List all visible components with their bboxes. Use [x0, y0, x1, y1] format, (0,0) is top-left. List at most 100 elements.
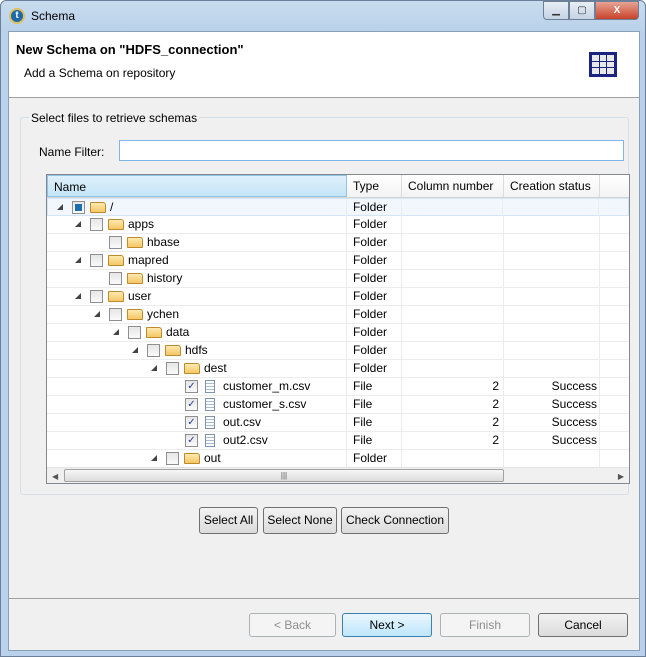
table-row[interactable]: ychen Folder [47, 306, 629, 324]
extra-cell [600, 360, 629, 377]
expand-toggle-icon[interactable] [75, 293, 81, 299]
column-header-column-number[interactable]: Column number [402, 175, 504, 197]
row-name: ychen [147, 307, 180, 321]
column-header-creation-status[interactable]: Creation status [504, 175, 600, 197]
row-checkbox[interactable] [72, 201, 85, 214]
creation-status-cell [504, 342, 600, 359]
cancel-button[interactable]: Cancel [538, 613, 628, 637]
folder-icon [146, 327, 162, 338]
folder-icon [184, 363, 200, 374]
close-button[interactable]: X [595, 1, 639, 20]
table-row[interactable]: dest Folder [47, 360, 629, 378]
file-icon [205, 380, 215, 393]
creation-status-cell [504, 450, 600, 467]
extra-cell [600, 414, 629, 431]
table-row[interactable]: history Folder [47, 270, 629, 288]
row-checkbox[interactable]: ✓ [185, 434, 198, 447]
table-row[interactable]: out Folder [47, 450, 629, 468]
table-row[interactable]: hdfs Folder [47, 342, 629, 360]
row-checkbox[interactable]: ✓ [185, 380, 198, 393]
table-row[interactable]: ✓ out.csv File 2 Success [47, 414, 629, 432]
table-row[interactable]: ✓ customer_m.csv File 2 Success [47, 378, 629, 396]
extra-cell [600, 216, 629, 233]
minimize-button[interactable]: ▁ [543, 1, 569, 20]
back-button[interactable]: < Back [249, 613, 336, 637]
table-row[interactable]: user Folder [47, 288, 629, 306]
footer-separator [9, 598, 639, 599]
finish-button[interactable]: Finish [440, 613, 530, 637]
row-name: user [128, 289, 152, 303]
row-name: hdfs [185, 343, 208, 357]
column-number-cell [402, 306, 504, 323]
column-header-extra [600, 175, 629, 197]
folder-icon [108, 255, 124, 266]
folder-icon [127, 273, 143, 284]
table-row[interactable]: / Folder [47, 198, 629, 216]
column-header-name[interactable]: Name [47, 175, 347, 197]
table-schema-icon [589, 52, 617, 77]
creation-status-cell [504, 270, 600, 287]
extra-cell [600, 288, 629, 305]
creation-status-cell [504, 324, 600, 341]
row-checkbox[interactable] [109, 272, 122, 285]
column-header-type[interactable]: Type [347, 175, 402, 197]
maximize-button[interactable]: ▢ [569, 1, 595, 20]
table-row[interactable]: hbase Folder [47, 234, 629, 252]
table-row[interactable]: ✓ customer_s.csv File 2 Success [47, 396, 629, 414]
row-checkbox[interactable] [128, 326, 141, 339]
select-none-button[interactable]: Select None [263, 507, 337, 534]
expand-toggle-icon[interactable] [151, 365, 157, 371]
type-cell: File [347, 378, 402, 395]
row-name: apps [128, 217, 155, 231]
scroll-left-icon[interactable]: ◀ [52, 472, 58, 481]
row-checkbox[interactable]: ✓ [185, 416, 198, 429]
folder-icon [108, 291, 124, 302]
expand-toggle-icon[interactable] [94, 311, 100, 317]
expand-toggle-icon[interactable] [151, 455, 157, 461]
name-cell: apps [47, 216, 347, 233]
check-connection-button[interactable]: Check Connection [341, 507, 449, 534]
row-checkbox[interactable] [166, 362, 179, 375]
table-row[interactable]: data Folder [47, 324, 629, 342]
creation-status-cell: Success [504, 396, 600, 413]
scroll-right-icon[interactable]: ▶ [618, 472, 624, 481]
name-filter-input[interactable] [119, 140, 624, 161]
type-cell: Folder [347, 342, 402, 359]
folder-icon [108, 219, 124, 230]
row-checkbox[interactable] [90, 218, 103, 231]
wizard-header: New Schema on "HDFS_connection" Add a Sc… [9, 32, 639, 98]
select-all-button[interactable]: Select All [199, 507, 258, 534]
row-checkbox[interactable] [166, 452, 179, 465]
scrollbar-thumb[interactable]: ||| [64, 469, 504, 482]
column-number-cell [402, 252, 504, 269]
row-checkbox[interactable] [147, 344, 160, 357]
row-checkbox[interactable] [90, 290, 103, 303]
row-checkbox[interactable] [109, 308, 122, 321]
name-cell: ychen [47, 306, 347, 323]
table-row[interactable]: mapred Folder [47, 252, 629, 270]
name-filter-label: Name Filter: [39, 145, 105, 159]
table-row[interactable]: apps Folder [47, 216, 629, 234]
type-cell: File [347, 414, 402, 431]
expand-toggle-icon[interactable] [75, 257, 81, 263]
expand-toggle-icon[interactable] [132, 347, 138, 353]
expand-toggle-icon[interactable] [57, 204, 63, 210]
row-checkbox[interactable]: ✓ [185, 398, 198, 411]
table-header: Name Type Column number Creation status [47, 175, 629, 198]
folder-icon [165, 345, 181, 356]
column-number-cell: 2 [402, 414, 504, 431]
creation-status-cell [504, 252, 600, 269]
table-row[interactable]: ✓ out2.csv File 2 Success [47, 432, 629, 450]
group-label: Select files to retrieve schemas [29, 111, 200, 125]
type-cell: Folder [347, 234, 402, 251]
horizontal-scrollbar[interactable]: ◀ ||| ▶ [47, 467, 629, 483]
expand-toggle-icon[interactable] [75, 221, 81, 227]
type-cell: Folder [347, 288, 402, 305]
creation-status-cell [504, 216, 600, 233]
next-button[interactable]: Next > [342, 613, 432, 637]
column-number-cell: 2 [402, 432, 504, 449]
row-checkbox[interactable] [109, 236, 122, 249]
folder-icon [90, 202, 106, 213]
row-checkbox[interactable] [90, 254, 103, 267]
expand-toggle-icon[interactable] [113, 329, 119, 335]
